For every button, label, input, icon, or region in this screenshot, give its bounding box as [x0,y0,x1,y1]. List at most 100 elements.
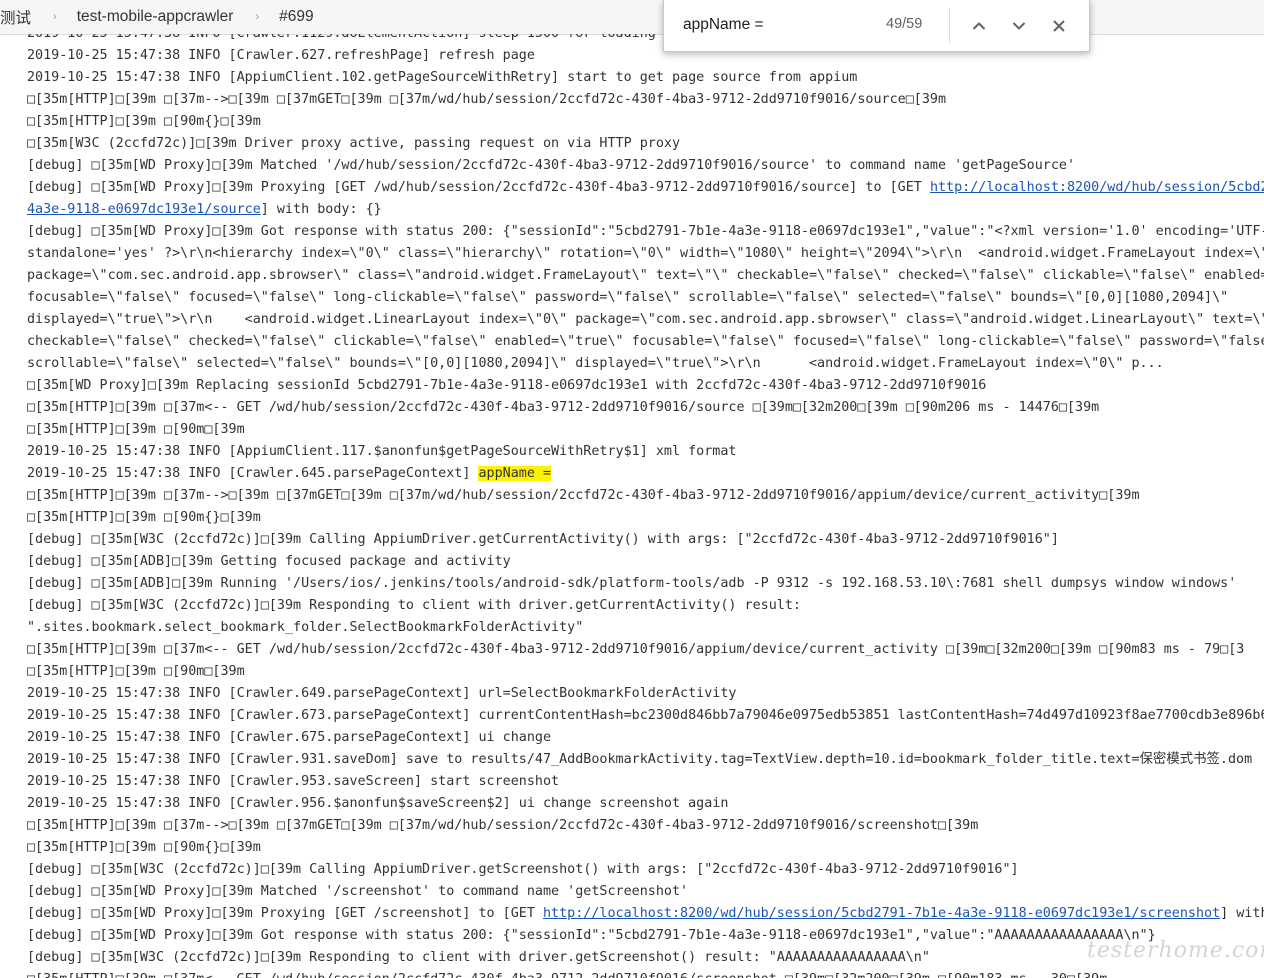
log-line: 2019-10-25 15:47:38 INFO [Crawler.1129.d… [27,34,656,45]
log-text: [debug] □[35m[WD Proxy]□[39m Proxying [G… [27,906,543,921]
log-link[interactable]: http://localhost:8200/wd/hub/session/5cb… [930,180,1264,195]
log-text: [debug] □[35m[ADB]□[39m Running '/Users/… [27,576,1237,591]
log-line: □[35m[HTTP]□[39m □[37m<-- GET /wd/hub/se… [27,397,1099,419]
breadcrumb-item-job[interactable]: test-mobile-appcrawler [77,8,234,26]
log-line: [debug] □[35m[W3C (2ccfd72c)]□[39m Calli… [27,529,1059,551]
log-line: [debug] □[35m[WD Proxy]□[39m Got respons… [27,925,1156,947]
log-text: □[35m[HTTP]□[39m □[90m{}□[39m [27,840,261,855]
log-link[interactable]: 4a3e-9118-e0697dc193e1/source [27,202,261,217]
log-text: □[35m[HTTP]□[39m □[37m<-- GET /wd/hub/se… [27,400,1100,415]
log-line: 2019-10-25 15:47:38 INFO [AppiumClient.1… [27,441,736,463]
log-line: 4a3e-9118-e0697dc193e1/source] with body… [27,199,382,221]
log-text: [debug] □[35m[W3C (2ccfd72c)]□[39m Respo… [27,950,930,965]
log-line: 2019-10-25 15:47:38 INFO [Crawler.627.re… [27,45,535,67]
breadcrumb-item-project[interactable]: 测试 [0,6,31,28]
find-next-button[interactable] [1005,12,1033,40]
log-text: 2019-10-25 15:47:38 INFO [AppiumClient.1… [27,70,858,85]
console-output: 2019-10-25 15:47:38 INFO [Crawler.1129.d… [27,34,1264,978]
log-line: □[35m[HTTP]□[39m □[37m<-- GET /wd/hub/se… [27,639,1244,661]
log-line: [debug] □[35m[ADB]□[39m Running '/Users/… [27,573,1236,595]
log-line: □[35m[HTTP]□[39m □[90m□[39m [27,661,245,683]
log-text: □[35m[HTTP]□[39m □[37m<-- GET /wd/hub/se… [27,642,1245,657]
log-line: 2019-10-25 15:47:38 INFO [Crawler.645.pa… [27,463,552,485]
log-text: standalone='yes' ?>\r\n<hierarchy index=… [27,246,1264,261]
log-text: 2019-10-25 15:47:38 INFO [Crawler.673.pa… [27,708,1264,723]
log-line: □[35m[HTTP]□[39m □[37m<-- GET /wd/hub/se… [27,969,1107,978]
log-text: □[35m[HTTP]□[39m □[90m□[39m [27,664,245,679]
log-text: [debug] □[35m[ADB]□[39m Getting focused … [27,554,511,569]
log-text: ] with [1220,906,1264,921]
log-line: ".sites.bookmark.select_bookmark_folder.… [27,617,583,639]
log-text: 2019-10-25 15:47:38 INFO [Crawler.953.sa… [27,774,560,789]
log-text: displayed=\"true\">\r\n <android.widget.… [27,312,1264,327]
log-text: □[35m[HTTP]□[39m □[90m{}□[39m [27,114,261,129]
log-line: [debug] □[35m[W3C (2ccfd72c)]□[39m Respo… [27,947,930,969]
find-close-button[interactable] [1045,12,1073,40]
log-line: standalone='yes' ?>\r\n<hierarchy index=… [27,243,1264,265]
log-line: □[35m[W3C (2ccfd72c)]□[39m Driver proxy … [27,133,680,155]
log-line: [debug] □[35m[WD Proxy]□[39m Proxying [G… [27,177,1264,199]
log-text: □[35m[HTTP]□[39m □[37m-->□[39m □[37mGET□… [27,818,979,833]
log-text: [debug] □[35m[WD Proxy]□[39m Matched '/w… [27,158,1076,173]
log-text: scrollable=\"false\" selected=\"false\" … [27,356,1164,371]
breadcrumb-separator-icon: › [255,11,260,23]
log-line: [debug] □[35m[WD Proxy]□[39m Matched '/w… [27,155,1075,177]
log-text: □[35m[W3C (2ccfd72c)]□[39m Driver proxy … [27,136,681,151]
log-text: □[35m[HTTP]□[39m □[37m-->□[39m □[37mGET□… [27,92,947,107]
log-line: [debug] □[35m[WD Proxy]□[39m Got respons… [27,221,1264,243]
log-line: 2019-10-25 15:47:38 INFO [Crawler.956.$a… [27,793,728,815]
log-line: package=\"com.sec.android.app.sbrowser\"… [27,265,1264,287]
log-text: package=\"com.sec.android.app.sbrowser\"… [27,268,1264,283]
log-line: 2019-10-25 15:47:38 INFO [Crawler.649.pa… [27,683,736,705]
search-match-highlight: appName = [478,466,552,481]
find-divider [949,8,950,43]
chevron-up-icon [972,22,986,30]
log-line: □[35m[HTTP]□[39m □[90m{}□[39m [27,507,261,529]
log-line: 2019-10-25 15:47:38 INFO [Crawler.953.sa… [27,771,559,793]
log-text: checkable=\"false\" checked=\"false\" cl… [27,334,1264,349]
log-link[interactable]: http://localhost:8200/wd/hub/session/5cb… [543,906,1220,921]
log-text: 2019-10-25 15:47:38 INFO [Crawler.649.pa… [27,686,737,701]
log-text: 2019-10-25 15:47:38 INFO [Crawler.1129.d… [27,34,656,41]
log-text: 2019-10-25 15:47:38 INFO [Crawler.627.re… [27,48,535,63]
log-line: [debug] □[35m[W3C (2ccfd72c)]□[39m Respo… [27,595,801,617]
log-text: □[35m[HTTP]□[39m □[90m{}□[39m [27,510,261,525]
log-line: 2019-10-25 15:47:38 INFO [Crawler.675.pa… [27,727,551,749]
log-text: 2019-10-25 15:47:38 INFO [Crawler.931.sa… [27,752,1253,767]
log-line: 2019-10-25 15:47:38 INFO [Crawler.673.pa… [27,705,1264,727]
log-text: [debug] □[35m[WD Proxy]□[39m Got respons… [27,224,1264,239]
log-text: □[35m[HTTP]□[39m □[37m<-- GET /wd/hub/se… [27,972,1107,978]
log-line: 2019-10-25 15:47:38 INFO [AppiumClient.1… [27,67,857,89]
log-line: [debug] □[35m[WD Proxy]□[39m Proxying [G… [27,903,1264,925]
log-text: [debug] □[35m[WD Proxy]□[39m Got respons… [27,928,1156,943]
breadcrumb-item-build[interactable]: #699 [279,8,313,26]
find-bar: 49/59 [663,0,1090,52]
log-line: [debug] □[35m[W3C (2ccfd72c)]□[39m Calli… [27,859,1019,881]
log-text: [debug] □[35m[W3C (2ccfd72c)]□[39m Calli… [27,862,1019,877]
log-line: □[35m[WD Proxy]□[39m Replacing sessionId… [27,375,986,397]
log-text: [debug] □[35m[WD Proxy]□[39m Proxying [G… [27,180,930,195]
watermark: testerhome.com [1087,938,1264,963]
log-line: checkable=\"false\" checked=\"false\" cl… [27,331,1264,353]
breadcrumb-separator-icon: › [53,11,57,23]
log-line: □[35m[HTTP]□[39m □[90m{}□[39m [27,111,261,133]
log-line: focusable=\"false\" focused=\"false\" lo… [27,287,1228,309]
log-line: displayed=\"true\">\r\n <android.widget.… [27,309,1264,331]
find-match-count: 49/59 [886,16,923,32]
log-text: 2019-10-25 15:47:38 INFO [Crawler.645.pa… [27,466,479,481]
log-line: [debug] □[35m[WD Proxy]□[39m Matched '/s… [27,881,688,903]
log-text: □[35m[WD Proxy]□[39m Replacing sessionId… [27,378,987,393]
chevron-down-icon [1012,22,1026,30]
log-text: [debug] □[35m[W3C (2ccfd72c)]□[39m Respo… [27,598,801,613]
log-line: scrollable=\"false\" selected=\"false\" … [27,353,1164,375]
log-text: ".sites.bookmark.select_bookmark_folder.… [27,620,584,635]
log-text: ] with body: {} [260,202,382,217]
log-text: □[35m[HTTP]□[39m □[37m-->□[39m □[37mGET□… [27,488,1140,503]
log-line: 2019-10-25 15:47:38 INFO [Crawler.931.sa… [27,749,1252,771]
log-text: [debug] □[35m[WD Proxy]□[39m Matched '/s… [27,884,689,899]
log-text: □[35m[HTTP]□[39m □[90m□[39m [27,422,245,437]
find-previous-button[interactable] [965,12,993,40]
log-line: □[35m[HTTP]□[39m □[37m-->□[39m □[37mGET□… [27,815,978,837]
find-input[interactable] [674,12,863,38]
log-line: □[35m[HTTP]□[39m □[37m-->□[39m □[37mGET□… [27,89,946,111]
